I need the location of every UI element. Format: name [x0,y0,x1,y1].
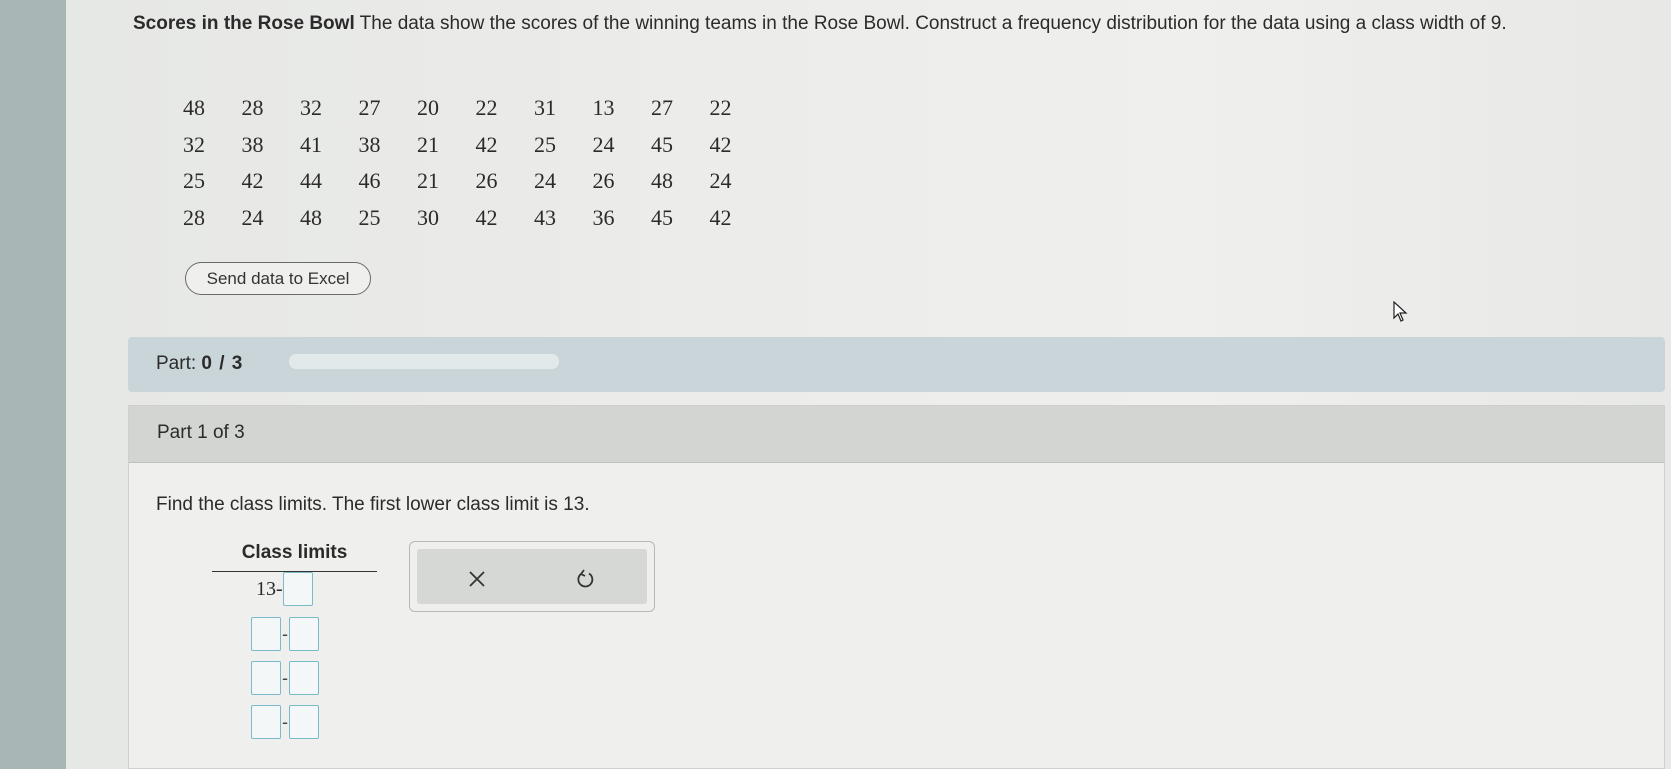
data-value: 42 [709,131,732,157]
class-limits-header: Class limits [212,542,377,572]
data-value: 43 [534,204,556,230]
data-value: 22 [475,95,498,121]
class-row-4: - [251,704,319,740]
data-value: 25 [183,168,205,194]
data-row: 32 38 41 38 21 42 25 24 45 42 [183,127,768,164]
data-value: 31 [534,95,556,121]
data-value: 45 [651,131,673,157]
problem-title: Scores in the Rose Bowl [133,13,355,34]
data-value: 26 [592,168,615,194]
data-row: 25 42 44 46 21 26 24 26 48 24 [183,163,768,200]
problem-statement: Scores in the Rose Bowl The data show th… [133,10,1653,38]
data-value: 24 [709,168,732,194]
data-value: 27 [358,95,381,121]
data-value: 38 [358,131,381,157]
data-value: 48 [651,168,673,194]
data-value: 42 [241,168,264,194]
data-value: 48 [300,204,322,230]
instruction-text: Find the class limits. The first lower c… [156,494,590,515]
class-row-2: - [251,616,319,652]
data-value: 32 [183,131,205,157]
upper-limit-input-4[interactable] [289,705,319,739]
data-value: 22 [709,95,732,121]
part1-title: Part 1 of 3 [157,422,245,443]
data-value: 45 [651,204,673,230]
upper-limit-input-3[interactable] [289,661,319,695]
upper-limit-input-1[interactable] [282,572,313,606]
data-value: 21 [417,131,439,157]
range-dash: - [282,667,288,688]
data-value: 20 [417,95,439,121]
class-row-3: - [251,660,319,696]
data-value: 46 [358,168,381,194]
range-dash: - [282,711,288,732]
data-value: 32 [300,95,322,121]
data-value: 42 [709,204,732,230]
data-value: 30 [417,204,439,230]
progress-track [289,354,559,369]
part-progress-value: 0 / 3 [201,353,244,374]
data-value: 38 [241,131,264,157]
data-value: 48 [183,95,205,121]
send-to-excel-button[interactable]: Send data to Excel [185,262,371,295]
mouse-cursor-icon [1393,300,1409,328]
class-row-1: 13 - [256,571,313,607]
data-value: 41 [300,131,322,157]
problem-text: The data show the scores of the winning … [354,13,1507,34]
first-lower-limit: 13 [256,577,276,600]
data-value: 28 [183,204,205,230]
data-value: 25 [534,131,556,157]
part1-header: Part 1 of 3 [129,406,1664,463]
close-icon[interactable] [457,559,497,599]
lower-limit-input-3[interactable] [251,661,281,695]
data-value: 21 [417,168,439,194]
data-value: 28 [241,95,264,121]
data-row: 28 24 48 25 30 42 43 36 45 42 [183,200,768,237]
data-value: 24 [241,204,264,230]
data-value: 25 [358,204,381,230]
data-value: 24 [534,168,556,194]
data-value: 42 [475,131,498,157]
data-value: 24 [592,131,615,157]
data-row: 48 28 32 27 20 22 31 13 27 22 [183,90,768,127]
lower-limit-input-2[interactable] [251,617,281,651]
data-table: 48 28 32 27 20 22 31 13 27 22 32 38 41 38 21 42 25 24 45 42… [183,90,768,236]
range-dash: - [276,577,283,600]
undo-icon[interactable] [565,559,605,599]
upper-limit-input-2[interactable] [289,617,319,651]
data-value: 26 [475,168,498,194]
answer-tools [409,541,655,612]
data-value: 36 [592,204,615,230]
data-value: 44 [300,168,322,194]
part1-card: Part 1 of 3 Find the class limits. The f… [128,405,1665,769]
data-value: 27 [651,95,673,121]
data-value: 13 [592,95,615,121]
range-dash: - [282,623,288,644]
data-value: 42 [475,204,498,230]
part-progress-label: Part: 0 / 3 [156,353,244,374]
part-progress-bar: Part: 0 / 3 [128,337,1665,392]
lower-limit-input-4[interactable] [251,705,281,739]
